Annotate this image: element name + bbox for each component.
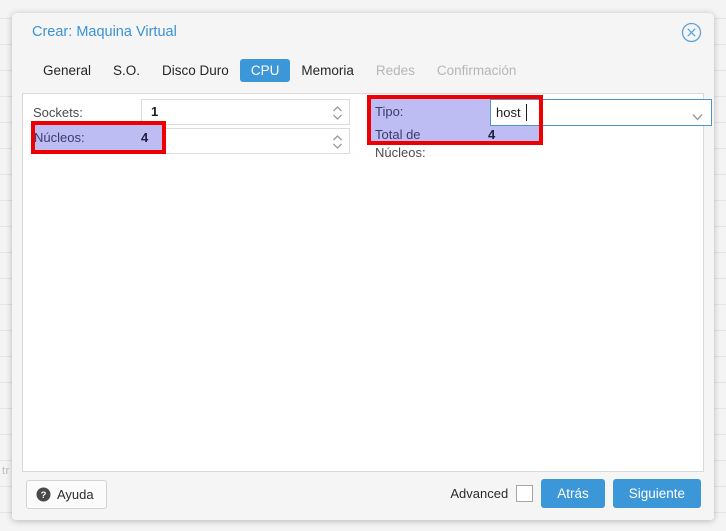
advanced-checkbox[interactable] — [516, 485, 534, 502]
next-button[interactable]: Siguiente — [612, 479, 701, 508]
total-nucleos-label-line2: Núcleos: — [375, 145, 426, 160]
tipo-text-input[interactable]: host — [490, 99, 542, 126]
sockets-label: Sockets: — [33, 105, 83, 120]
tab-redes: Redes — [375, 62, 415, 78]
tab-memoria[interactable]: Memoria — [290, 59, 365, 82]
advanced-label: Advanced — [450, 486, 509, 501]
nucleos-stepper[interactable] — [141, 128, 350, 154]
back-button[interactable]: Atrás — [541, 479, 605, 508]
dialog-footer: ? Ayuda Advanced Atrás Siguiente — [12, 472, 714, 520]
sockets-stepper[interactable]: 1 — [141, 99, 350, 125]
total-nucleos-label-line1: Total de — [375, 127, 421, 142]
spinner-up-down-icon[interactable] — [332, 133, 343, 151]
tipo-label: Tipo: — [375, 104, 404, 119]
dialog-titlebar: Crear: Maquina Virtual — [12, 13, 714, 53]
create-vm-dialog: Crear: Maquina Virtual General S.O. Disc… — [12, 13, 714, 520]
text-caret — [526, 104, 527, 121]
tab-so[interactable]: S.O. — [102, 59, 151, 82]
nucleos-value: 4 — [141, 130, 149, 145]
spinner-up-down-icon[interactable] — [332, 104, 343, 122]
help-button-label: Ayuda — [57, 487, 94, 502]
tipo-input-value: host — [496, 105, 521, 120]
dialog-tabbar: General S.O. Disco Duro CPU Memoria Rede… — [12, 53, 714, 87]
footer-actions: Advanced Atrás Siguiente — [450, 479, 701, 508]
nucleos-label: Núcleos: — [34, 130, 85, 145]
help-button[interactable]: ? Ayuda — [26, 480, 107, 509]
tab-cpu[interactable]: CPU — [239, 58, 291, 82]
total-nucleos-value: 4 — [488, 127, 496, 142]
tab-general[interactable]: General — [32, 59, 102, 82]
tab-confirmacion: Confirmación — [436, 62, 517, 78]
background-left-text: tr — [2, 465, 10, 477]
dialog-title: Crear: Maquina Virtual — [32, 24, 177, 40]
close-circle-icon[interactable] — [681, 22, 702, 43]
chevron-down-icon[interactable] — [692, 108, 703, 121]
sockets-value: 1 — [151, 104, 159, 119]
question-mark-circle-icon: ? — [36, 487, 51, 502]
dialog-content-panel: Sockets: 1 Núcleos: 4 Tipo: host Total d… — [22, 93, 712, 472]
tab-disco-duro[interactable]: Disco Duro — [151, 59, 240, 82]
svg-text:?: ? — [41, 490, 47, 501]
